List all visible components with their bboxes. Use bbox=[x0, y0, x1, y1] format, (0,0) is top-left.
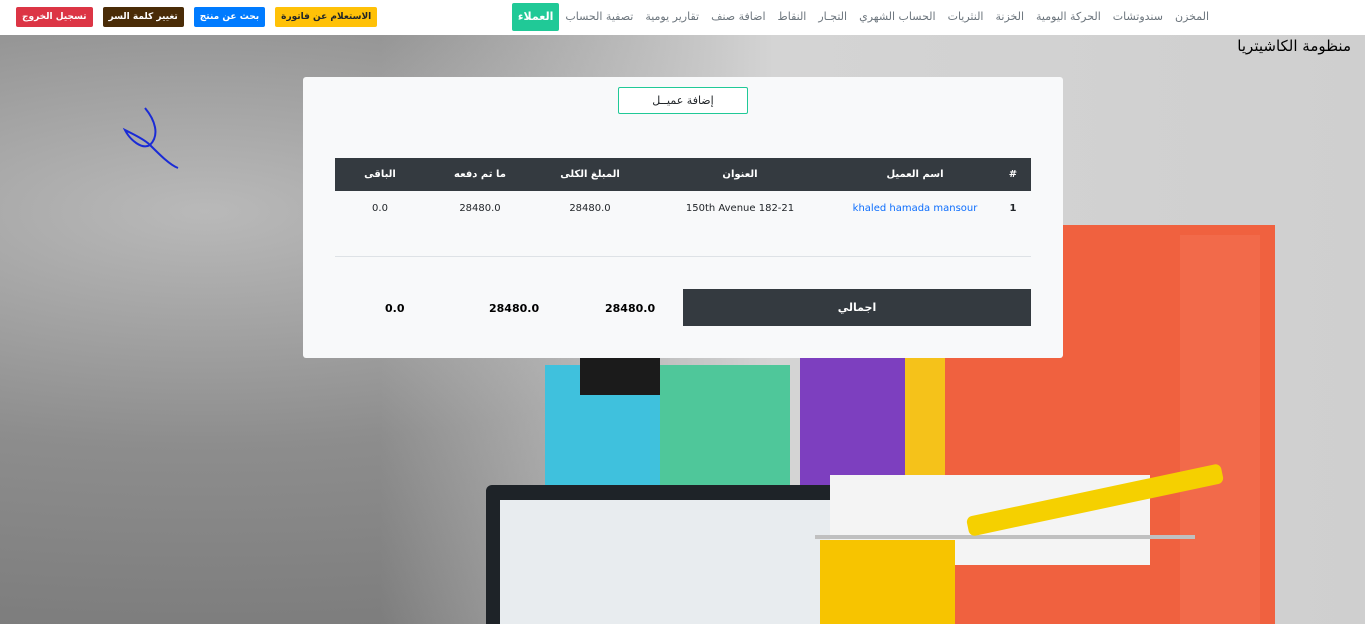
site-title: منظومة الكاشيتريا bbox=[1237, 37, 1351, 55]
client-name-link[interactable]: khaled hamada mansour bbox=[853, 203, 978, 214]
col-total-header: المبلغ الكلى bbox=[535, 158, 645, 191]
nav-link-inventory[interactable]: المخزن bbox=[1169, 0, 1215, 33]
nav-link-add-item[interactable]: اضافة صنف bbox=[705, 0, 771, 33]
nav-links: المخزن سندوتشات الحركة اليومية الخزنة ال… bbox=[506, 0, 1215, 33]
totals-remaining: 0.0 bbox=[385, 302, 405, 315]
cell-num: 1 bbox=[1009, 202, 1017, 214]
nav-link-treasury[interactable]: الخزنة bbox=[989, 0, 1030, 33]
cell-name: khaled hamada mansour bbox=[835, 191, 995, 225]
table-header-row: الباقى ما تم دفعه المبلغ الكلى العنوان ا… bbox=[335, 158, 1031, 191]
cell-address: 150th Avenue 182-21 bbox=[685, 202, 795, 214]
nav-link-clients-active[interactable]: العملاء bbox=[511, 2, 560, 31]
table-row: 0.0 28480.0 28480.0 150th Avenue 182-21 … bbox=[335, 191, 1031, 225]
scribble-mark bbox=[122, 107, 179, 169]
cell-remaining: 0.0 bbox=[372, 202, 388, 214]
logout-button[interactable]: تسجيل الخروج bbox=[16, 7, 93, 27]
nav-link-daily-movement[interactable]: الحركة اليومية bbox=[1030, 0, 1107, 33]
add-client-button[interactable]: إضافة عميــل bbox=[618, 87, 748, 114]
clients-card: إضافة عميــل الباقى ما تم دفعه المبلغ ال… bbox=[303, 77, 1063, 358]
nav-link-sandwiches[interactable]: سندوتشات bbox=[1107, 0, 1169, 33]
search-product-button[interactable]: بحث عن منتج bbox=[193, 7, 266, 27]
col-name-header: اسم العميل bbox=[835, 158, 995, 191]
nav-link-monthly-account[interactable]: الحساب الشهري bbox=[853, 0, 942, 33]
col-remaining-header: الباقى bbox=[335, 158, 425, 191]
nav-link-account-settlement[interactable]: تصفية الحساب bbox=[559, 0, 639, 33]
cell-total: 28480.0 bbox=[569, 202, 611, 214]
nav-action-buttons: تسجيل الخروج تغيير كلمة السر بحث عن منتج… bbox=[16, 7, 378, 27]
clients-table: الباقى ما تم دفعه المبلغ الكلى العنوان ا… bbox=[335, 158, 1031, 225]
col-num-header: # bbox=[995, 158, 1031, 191]
nav-link-merchants[interactable]: التجـار bbox=[812, 0, 853, 33]
col-address-header: العنوان bbox=[645, 158, 835, 191]
nav-link-miscellaneous[interactable]: النثريات bbox=[942, 0, 990, 33]
divider bbox=[335, 256, 1031, 257]
change-password-button[interactable]: تغيير كلمة السر bbox=[102, 7, 184, 27]
nav-link-daily-reports[interactable]: تقارير يومية bbox=[639, 0, 705, 33]
totals-total: 28480.0 bbox=[605, 302, 656, 315]
cell-paid: 28480.0 bbox=[459, 202, 501, 214]
invoice-query-button[interactable]: الاستعلام عن فاتورة bbox=[275, 7, 378, 27]
nav-link-points[interactable]: النقاط bbox=[772, 0, 813, 33]
totals-paid: 28480.0 bbox=[489, 302, 540, 315]
totals-label: اجمالي bbox=[683, 289, 1031, 326]
top-navbar: تسجيل الخروج تغيير كلمة السر بحث عن منتج… bbox=[0, 0, 1365, 35]
col-paid-header: ما تم دفعه bbox=[425, 158, 535, 191]
